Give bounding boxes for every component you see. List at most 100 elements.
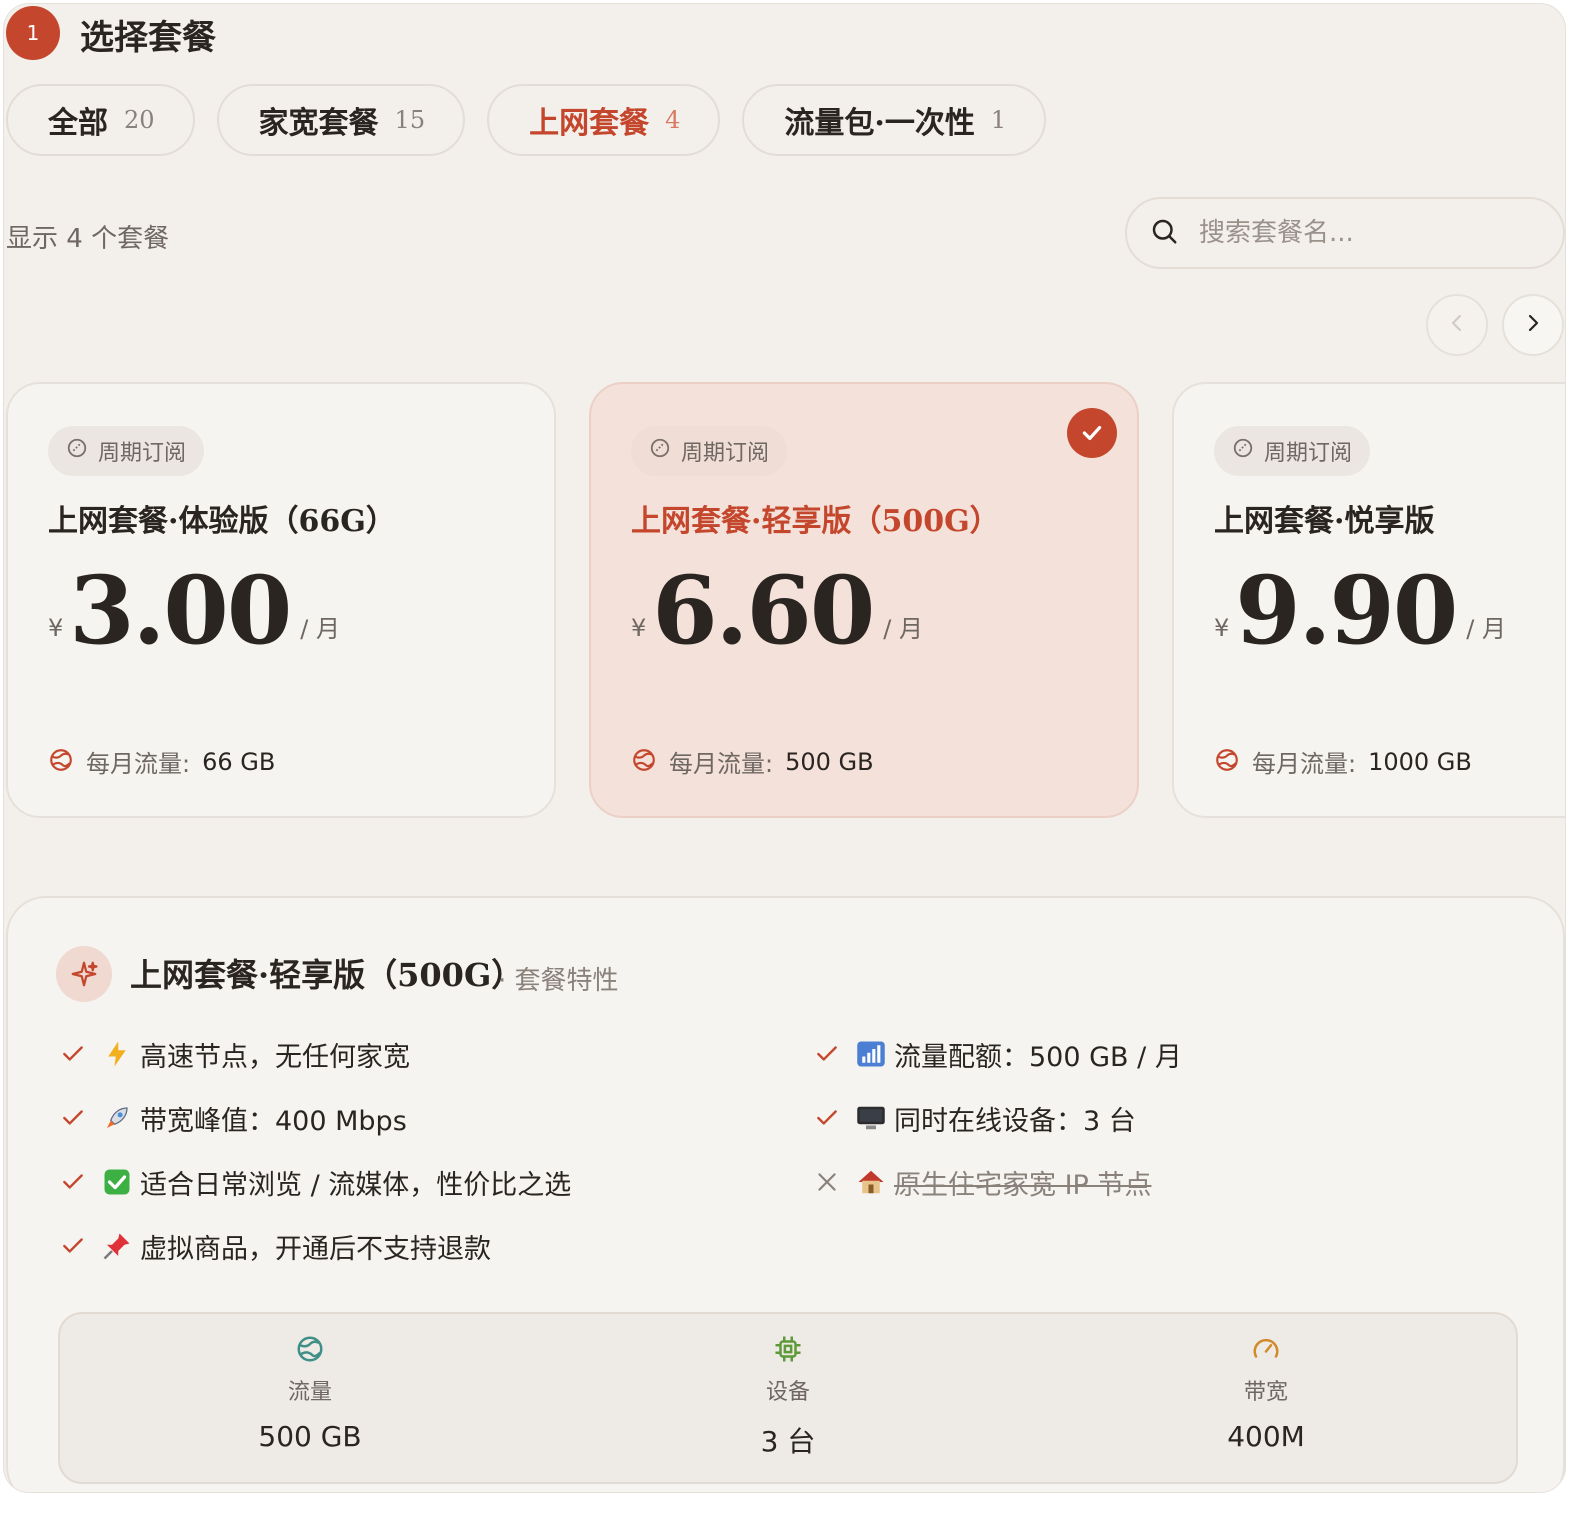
traffic-value: 66 GB (202, 747, 276, 776)
tab-home-broadband[interactable]: 家宽套餐 15 (216, 84, 466, 156)
check-icon (58, 1103, 88, 1133)
feature-item: 同时在线设备：3 台 (812, 1098, 1136, 1138)
check-icon (58, 1167, 88, 1197)
tab-count: 20 (124, 106, 155, 134)
stat-devices: 设备 3 台 (638, 1334, 938, 1460)
tab-all[interactable]: 全部 20 (6, 84, 195, 156)
tab-count: 1 (990, 106, 1007, 134)
price-unit: / 月 (883, 615, 923, 643)
traffic-label: 每月流量: (669, 750, 774, 778)
tag-label: 周期订阅 (98, 441, 187, 466)
monitor-icon (856, 1103, 886, 1133)
feature-text: 带宽峰值：400 Mbps (140, 1105, 407, 1137)
price-unit: / 月 (1466, 615, 1506, 643)
subscription-tag: 周期订阅 (1214, 426, 1371, 476)
tab-internet-plans[interactable]: 上网套餐 4 (487, 84, 721, 156)
plan-name: 上网套餐·悦享版 (1214, 504, 1435, 539)
feature-text: 同时在线设备：3 台 (894, 1105, 1136, 1137)
feature-item: 虚拟商品，开通后不支持退款 (58, 1226, 491, 1266)
carousel-next-button[interactable] (1502, 294, 1564, 356)
stat-value: 3 台 (760, 1425, 816, 1458)
stat-bandwidth: 带宽 400M (1116, 1334, 1416, 1453)
plan-card[interactable]: 周期订阅 上网套餐·体验版（66G） ¥ 3.00 / 月 每月流量: 66 G… (6, 382, 556, 818)
check-icon (812, 1039, 842, 1069)
price-value: 6.60 (652, 556, 875, 666)
price-value: 3.00 (69, 556, 292, 666)
sparkle-icon (56, 946, 112, 1002)
globe-icon (1214, 747, 1240, 777)
step-number-badge: 1 (6, 6, 60, 60)
globe-icon (631, 747, 657, 777)
traffic-value: 500 GB (785, 747, 874, 776)
result-count: 显示 4 个套餐 (6, 224, 170, 254)
check-icon (58, 1039, 88, 1069)
currency-symbol: ¥ (1214, 614, 1230, 642)
price-value: 9.90 (1235, 556, 1458, 666)
plan-card-selected[interactable]: 周期订阅 上网套餐·轻享版（500G） ¥ 6.60 / 月 每月流量: 500… (589, 382, 1139, 818)
feature-text: 流量配额：500 GB / 月 (894, 1041, 1182, 1073)
gauge-icon (1116, 1334, 1416, 1368)
tab-label: 上网套餐 (529, 106, 650, 141)
currency-symbol: ¥ (48, 614, 64, 642)
detail-subtitle: · 套餐特性 (498, 966, 619, 996)
subscription-tag: 周期订阅 (631, 426, 788, 476)
traffic-value: 1000 GB (1368, 747, 1472, 776)
chevron-left-icon (1445, 311, 1469, 339)
stat-value: 400M (1227, 1420, 1305, 1453)
tab-label: 家宽套餐 (258, 106, 379, 141)
feature-item: 高速节点，无任何家宽 (58, 1034, 410, 1074)
tag-label: 周期订阅 (681, 441, 770, 466)
feature-text: 高速节点，无任何家宽 (140, 1041, 410, 1073)
feature-text: 适合日常浏览 / 流媒体，性价比之选 (140, 1169, 572, 1201)
stat-label: 设备 (765, 1380, 810, 1405)
plan-detail-panel: 上网套餐·轻享版（500G） · 套餐特性 高速节点，无任何家宽 带宽峰值：40… (6, 896, 1565, 1492)
lightning-icon (102, 1039, 132, 1069)
green-check-icon (102, 1167, 132, 1197)
globe-icon (48, 747, 74, 777)
monthly-traffic: 每月流量: 500 GB (631, 744, 874, 779)
plan-card[interactable]: 周期订阅 上网套餐·悦享版 ¥ 9.90 / 月 每月流量: 1000 GB (1172, 382, 1565, 818)
plan-stats: 流量 500 GB 设备 3 台 带宽 400M (58, 1312, 1518, 1484)
tab-count: 4 (665, 106, 681, 134)
feature-item: 流量配额：500 GB / 月 (812, 1034, 1182, 1074)
chip-icon (638, 1334, 938, 1368)
check-icon (58, 1231, 88, 1261)
check-icon (812, 1103, 842, 1133)
tab-count: 15 (394, 106, 426, 134)
section-title: 选择套餐 (80, 18, 216, 58)
tab-data-pack[interactable]: 流量包·一次性 1 (742, 84, 1047, 156)
stat-value: 500 GB (258, 1420, 362, 1453)
clock-icon (649, 437, 671, 465)
plan-name: 上网套餐·轻享版（500G） (631, 504, 1000, 539)
detail-plan-name: 上网套餐·轻享版（500G） (130, 956, 524, 994)
search-icon (1149, 216, 1179, 250)
clock-icon (1232, 437, 1254, 465)
signal-bars-icon (856, 1039, 886, 1069)
tag-label: 周期订阅 (1264, 441, 1353, 466)
monthly-traffic: 每月流量: 66 GB (48, 744, 275, 779)
tab-label: 全部 (48, 106, 108, 141)
stat-traffic: 流量 500 GB (160, 1334, 460, 1453)
selected-check-icon (1067, 408, 1117, 458)
price-unit: / 月 (300, 615, 340, 643)
traffic-label: 每月流量: (1252, 750, 1357, 778)
search-input[interactable] (1199, 218, 1559, 248)
stat-label: 带宽 (1243, 1380, 1288, 1405)
search-box (1125, 197, 1565, 269)
price: ¥ 6.60 / 月 (631, 564, 923, 658)
feature-text: 虚拟商品，开通后不支持退款 (140, 1233, 491, 1265)
globe-icon (160, 1334, 460, 1368)
feature-item: 带宽峰值：400 Mbps (58, 1098, 407, 1138)
plan-selector-panel: 1 选择套餐 全部 20 家宽套餐 15 上网套餐 4 流量包·一次性 1 显示… (3, 3, 1566, 1493)
rocket-icon (102, 1103, 132, 1133)
stat-label: 流量 (287, 1380, 332, 1405)
carousel-prev-button[interactable] (1426, 294, 1488, 356)
clock-icon (66, 437, 88, 465)
category-tabs: 全部 20 家宽套餐 15 上网套餐 4 流量包·一次性 1 (6, 84, 1047, 156)
price: ¥ 3.00 / 月 (48, 564, 340, 658)
house-icon (856, 1167, 886, 1197)
feature-text: 原生住宅家宽 IP 节点 (894, 1169, 1152, 1201)
feature-item-excluded: 原生住宅家宽 IP 节点 (812, 1162, 1151, 1202)
subscription-tag: 周期订阅 (48, 426, 205, 476)
cross-icon (812, 1167, 842, 1197)
